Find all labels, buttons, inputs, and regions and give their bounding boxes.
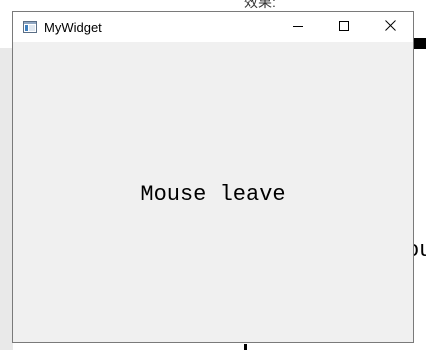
background-window-fragment-right [414,0,426,350]
maximize-icon [339,18,349,36]
background-line-fragment [244,344,247,350]
window-controls [275,12,413,42]
title-bar[interactable]: MyWidget [13,12,413,42]
app-window-icon [22,19,38,35]
desktop: 效果: ou MyWidget [0,0,426,350]
minimize-button[interactable] [275,12,321,42]
minimize-icon [293,18,303,36]
close-button[interactable] [367,12,413,42]
mywidget-window: MyWidget Mouse leave [12,11,414,343]
window-title: MyWidget [44,19,102,35]
close-icon [384,18,396,36]
background-black-bar [414,38,426,49]
widget-client-area[interactable]: Mouse leave [13,42,413,342]
maximize-button[interactable] [321,12,367,42]
mouse-status-label: Mouse leave [140,182,286,207]
